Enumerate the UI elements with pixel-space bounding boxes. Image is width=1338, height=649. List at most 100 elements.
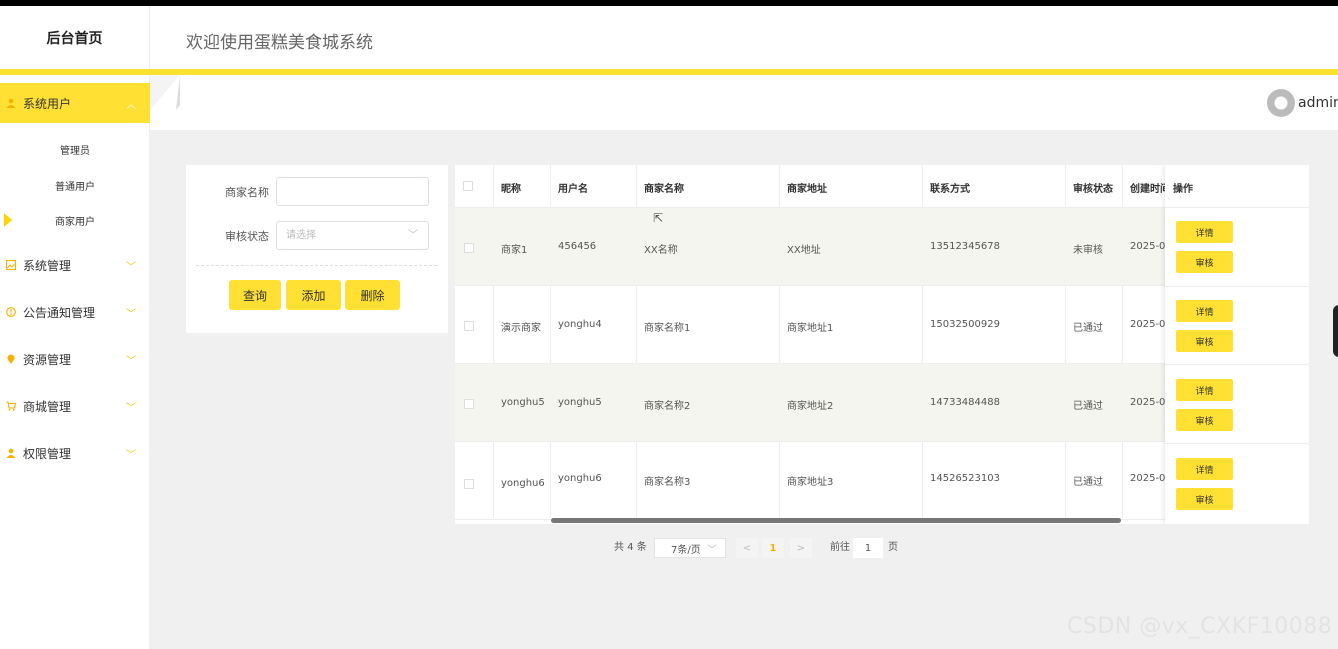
th-shop-address: 商家地址 — [787, 184, 827, 195]
sidebar-item-resource-management[interactable]: 资源管理 ﹀ — [0, 339, 150, 379]
sidebar-subitem-merchant-users[interactable]: 商家用户 — [0, 203, 150, 237]
chevron-down-icon: ﹀ — [126, 450, 136, 461]
mouse-cursor-icon: ⇱ — [653, 211, 664, 225]
sidebar-item-label: 公告通知管理 — [23, 305, 96, 320]
detail-button[interactable]: 详情 — [1176, 221, 1233, 243]
sidebar-subitem-admin[interactable]: 管理员 — [0, 132, 150, 166]
sidebar-item-system-users[interactable]: 系统用户 ︿ — [0, 83, 150, 123]
add-button[interactable]: 添加 — [286, 280, 341, 310]
row-checkbox[interactable] — [464, 479, 474, 489]
cell-nickname: 演示商家 — [501, 323, 541, 334]
avatar[interactable] — [1267, 89, 1295, 117]
sidebar-item-label: 商城管理 — [23, 399, 72, 414]
th-audit-status: 审核状态 — [1073, 184, 1113, 195]
sidebar-item-label: 资源管理 — [23, 352, 72, 367]
sidebar-item-notice-management[interactable]: 公告通知管理 ﹀ — [0, 292, 150, 332]
search-panel: 商家名称 审核状态 请选择 ﹀ 查询 添加 删除 — [186, 165, 448, 333]
detail-button[interactable]: 详情 — [1176, 300, 1233, 322]
sidebar-item-system-management[interactable]: 系统管理 ﹀ — [0, 245, 150, 285]
picture-icon — [6, 260, 16, 270]
cell-username: yonghu6 — [558, 473, 602, 484]
goto-label: 前往 — [830, 542, 850, 553]
th-nickname: 昵称 — [501, 184, 521, 195]
chevron-down-icon: ﹀ — [126, 403, 136, 414]
cell-shop-name: 商家名称2 — [644, 401, 691, 412]
cell-audit-status: 未审核 — [1073, 245, 1103, 256]
sidebar: 系统用户 ︿ 管理员 普通用户 商家用户 系统管理 ﹀ 公告通知管理 ﹀ 资源管… — [0, 75, 150, 649]
detail-button[interactable]: 详情 — [1176, 379, 1233, 401]
chevron-down-icon: ﹀ — [408, 230, 418, 241]
operations-column: 操作 详情 审核 详情 审核 详情 审核 详情 审核 — [1165, 165, 1309, 524]
cell-shop-name: 商家名称1 — [644, 323, 691, 334]
cell-shop-name: 商家名称3 — [644, 477, 691, 488]
detail-button[interactable]: 详情 — [1176, 458, 1233, 480]
chevron-up-icon: ︿ — [126, 100, 136, 111]
cell-shop-name: XX名称 — [644, 245, 678, 256]
merchant-name-input[interactable] — [276, 177, 429, 206]
logo-home[interactable]: 后台首页 — [0, 6, 150, 70]
side-handle[interactable] — [1333, 305, 1338, 357]
content-header: admin — [150, 75, 1338, 130]
chevron-down-icon: ﹀ — [126, 309, 136, 320]
goto-page-input[interactable]: 1 — [853, 538, 883, 558]
next-page-button[interactable]: > — [790, 538, 812, 558]
cell-shop-address: 商家地址1 — [787, 323, 834, 334]
chevron-down-icon: ﹀ — [126, 262, 136, 273]
row-checkbox[interactable] — [464, 399, 474, 409]
cell-audit-status: 已通过 — [1073, 477, 1103, 488]
cell-username: 456456 — [558, 241, 597, 252]
delete-button[interactable]: 删除 — [345, 280, 400, 310]
cart-icon — [6, 401, 16, 411]
cell-shop-address: 商家地址3 — [787, 477, 834, 488]
user-name[interactable]: admin — [1298, 95, 1338, 111]
audit-button[interactable]: 审核 — [1176, 409, 1233, 431]
sidebar-item-label: 系统管理 — [23, 258, 72, 273]
location-icon — [7, 354, 15, 364]
prev-page-button[interactable]: < — [736, 538, 758, 558]
row-divider — [1165, 207, 1309, 208]
cell-contact: 13512345678 — [930, 241, 1000, 252]
cell-audit-status: 已通过 — [1073, 323, 1103, 334]
cell-nickname: yonghu6 — [501, 478, 545, 489]
audit-status-placeholder: 请选择 — [286, 230, 316, 241]
sidebar-item-mall-management[interactable]: 商城管理 ﹀ — [0, 386, 150, 426]
cell-shop-address: XX地址 — [787, 245, 821, 256]
user-icon — [6, 98, 16, 108]
sidebar-subitem-label: 商家用户 — [55, 216, 95, 228]
audit-button[interactable]: 审核 — [1176, 330, 1233, 352]
collapse-sidebar-icon[interactable] — [150, 75, 180, 110]
pagination-total: 共 4 条 — [614, 542, 647, 553]
cell-nickname: yonghu5 — [501, 397, 545, 408]
sidebar-item-permission-management[interactable]: 权限管理 ﹀ — [0, 433, 150, 473]
cell-shop-address: 商家地址2 — [787, 401, 834, 412]
th-username: 用户名 — [558, 184, 588, 195]
cell-contact: 15032500929 — [930, 319, 1000, 330]
cell-contact: 14733484488 — [930, 397, 1000, 408]
th-shop-name: 商家名称 — [644, 184, 684, 195]
user-icon — [6, 448, 16, 458]
merchant-name-label: 商家名称 — [225, 186, 269, 199]
select-all-checkbox[interactable] — [463, 181, 473, 191]
horizontal-scrollbar[interactable] — [551, 518, 1121, 523]
audit-button[interactable]: 审核 — [1176, 488, 1233, 510]
cell-username: yonghu4 — [558, 319, 602, 330]
sidebar-subitem-normal-users[interactable]: 普通用户 — [0, 168, 150, 202]
th-created-time: 创建时间 — [1130, 184, 1166, 195]
page-size-value: 7条/页 — [671, 544, 701, 556]
audit-status-label: 审核状态 — [225, 230, 269, 243]
current-page[interactable]: 1 — [762, 538, 784, 558]
query-button[interactable]: 查询 — [229, 280, 281, 310]
row-divider — [1165, 286, 1309, 287]
page-suffix: 页 — [888, 542, 898, 553]
audit-button[interactable]: 审核 — [1176, 251, 1233, 273]
sidebar-item-label: 权限管理 — [23, 446, 72, 461]
th-operations: 操作 — [1173, 184, 1193, 195]
cell-username: yonghu5 — [558, 397, 602, 408]
page-size-select[interactable]: 7条/页 ﹀ — [654, 538, 726, 558]
row-checkbox[interactable] — [464, 321, 474, 331]
system-title: 欢迎使用蛋糕美食城系统 — [186, 33, 373, 53]
row-divider — [1165, 364, 1309, 365]
info-circle-icon — [6, 307, 16, 317]
audit-status-select[interactable]: 请选择 ﹀ — [276, 221, 429, 250]
row-checkbox[interactable] — [464, 243, 474, 253]
